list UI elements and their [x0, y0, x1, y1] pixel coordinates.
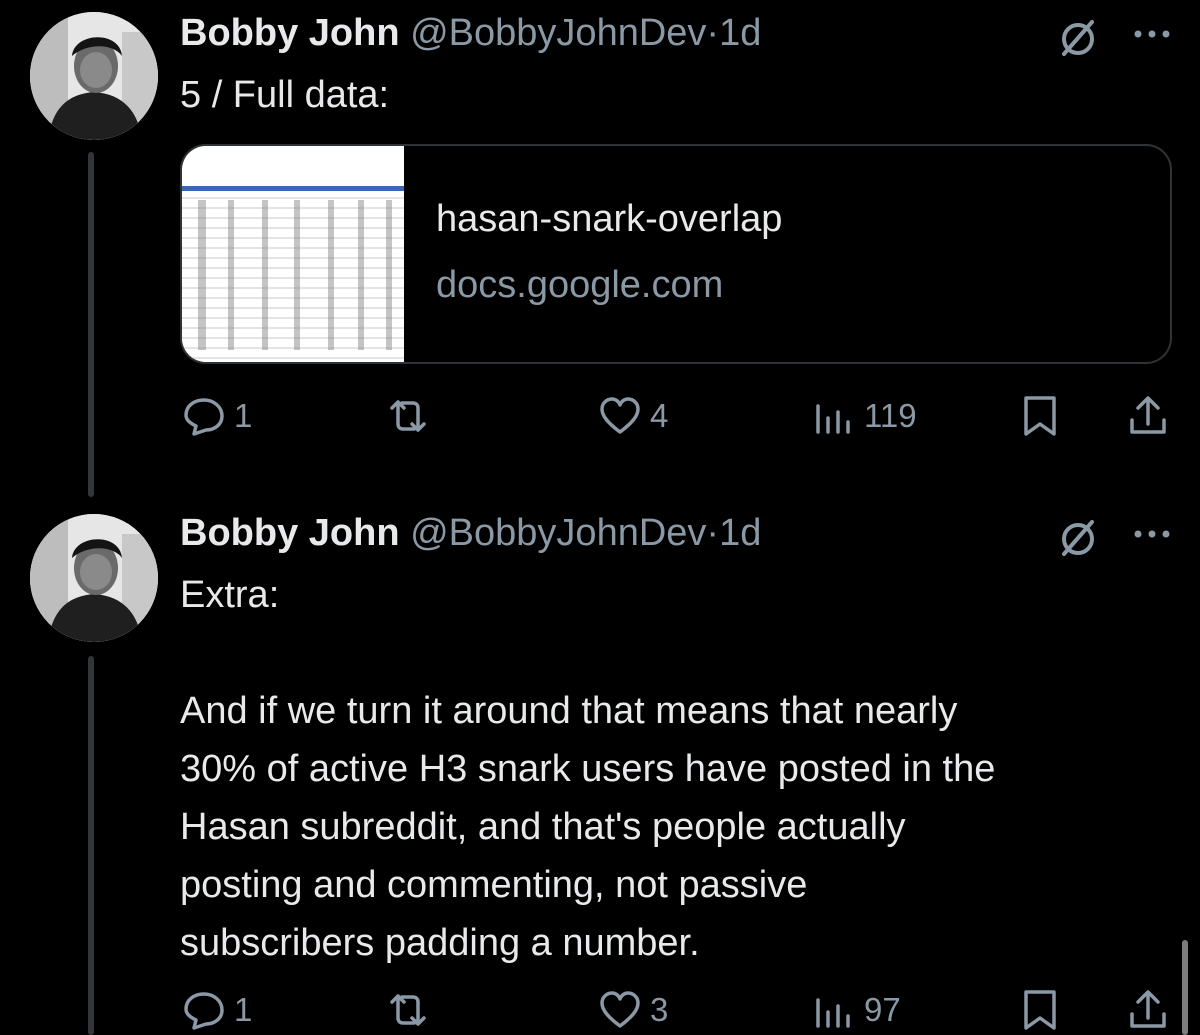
tweet-text-line: subscribers padding a number. — [180, 922, 700, 964]
share-button[interactable] — [1126, 988, 1170, 1032]
reply-button[interactable]: 1 — [182, 988, 252, 1032]
share-button[interactable] — [1126, 394, 1170, 438]
views-button[interactable]: 119 — [812, 394, 917, 438]
retweet-button[interactable] — [386, 988, 438, 1032]
tweet-text-line: Hasan subreddit, and that's people actua… — [180, 806, 906, 848]
like-button[interactable]: 3 — [598, 988, 668, 1032]
retweet-icon — [390, 400, 426, 432]
timestamp[interactable]: 1d — [719, 512, 761, 554]
card-domain: docs.google.com — [436, 264, 724, 306]
grok-icon[interactable] — [1056, 16, 1100, 60]
bookmark-button[interactable] — [1018, 394, 1062, 438]
separator-dot: · — [706, 12, 720, 54]
reply-button[interactable]: 1 — [182, 394, 252, 438]
tweet-text-line: 30% of active H3 snark users have posted… — [180, 748, 996, 790]
avatar[interactable] — [30, 514, 158, 642]
card-title: hasan-snark-overlap — [436, 198, 783, 240]
avatar[interactable] — [30, 12, 158, 140]
more-icon[interactable] — [1130, 524, 1174, 544]
heart-icon — [600, 991, 640, 1028]
thread-line — [88, 656, 94, 1035]
thread-line — [88, 152, 94, 497]
share-icon — [1130, 396, 1166, 434]
avatar-photo — [30, 12, 158, 140]
bookmark-icon — [1024, 990, 1056, 1030]
avatar-photo — [30, 514, 158, 642]
reply-count: 1 — [234, 397, 253, 434]
separator-dot: · — [706, 512, 720, 554]
tweet-header: Bobby John @BobbyJohnDev·1d — [180, 10, 761, 56]
bookmark-icon — [1024, 396, 1056, 436]
views-button[interactable]: 97 — [812, 988, 901, 1032]
tweet-text: 5 / Full data: — [180, 66, 389, 124]
views-count: 119 — [864, 397, 917, 434]
tweet-text: Extra: And if we turn it around that mea… — [180, 566, 995, 972]
like-count: 3 — [650, 991, 669, 1028]
tweet-text-line: posting and commenting, not passive — [180, 864, 808, 906]
heart-icon — [600, 397, 640, 434]
scrollbar[interactable] — [1182, 940, 1188, 1035]
share-icon — [1130, 990, 1166, 1028]
grok-icon[interactable] — [1056, 516, 1100, 560]
bookmark-button[interactable] — [1018, 988, 1062, 1032]
more-icon[interactable] — [1130, 24, 1174, 44]
tweet-text-line: Extra: — [180, 574, 280, 616]
link-card[interactable]: hasan-snark-overlap docs.google.com — [180, 144, 1172, 364]
tweet-text-line: 5 / Full data: — [180, 74, 390, 116]
reply-icon — [184, 398, 224, 436]
spreadsheet-thumbnail-image — [182, 146, 404, 362]
reply-count: 1 — [234, 991, 253, 1028]
author-name[interactable]: Bobby John — [180, 12, 400, 54]
views-icon — [816, 404, 850, 434]
tweet-header: Bobby John @BobbyJohnDev·1d — [180, 510, 761, 556]
retweet-button[interactable] — [386, 394, 438, 438]
like-count: 4 — [650, 397, 669, 434]
retweet-icon — [390, 994, 426, 1026]
tweet-text-blank-line — [180, 624, 995, 682]
reply-icon — [184, 992, 224, 1030]
tweet-text-line: And if we turn it around that means that… — [180, 690, 958, 732]
author-handle[interactable]: @BobbyJohnDev — [410, 12, 706, 54]
author-name[interactable]: Bobby John — [180, 512, 400, 554]
timestamp[interactable]: 1d — [719, 12, 761, 54]
like-button[interactable]: 4 — [598, 394, 668, 438]
views-count: 97 — [864, 991, 901, 1028]
author-handle[interactable]: @BobbyJohnDev — [410, 512, 706, 554]
card-thumbnail — [182, 146, 404, 362]
views-icon — [816, 998, 850, 1028]
